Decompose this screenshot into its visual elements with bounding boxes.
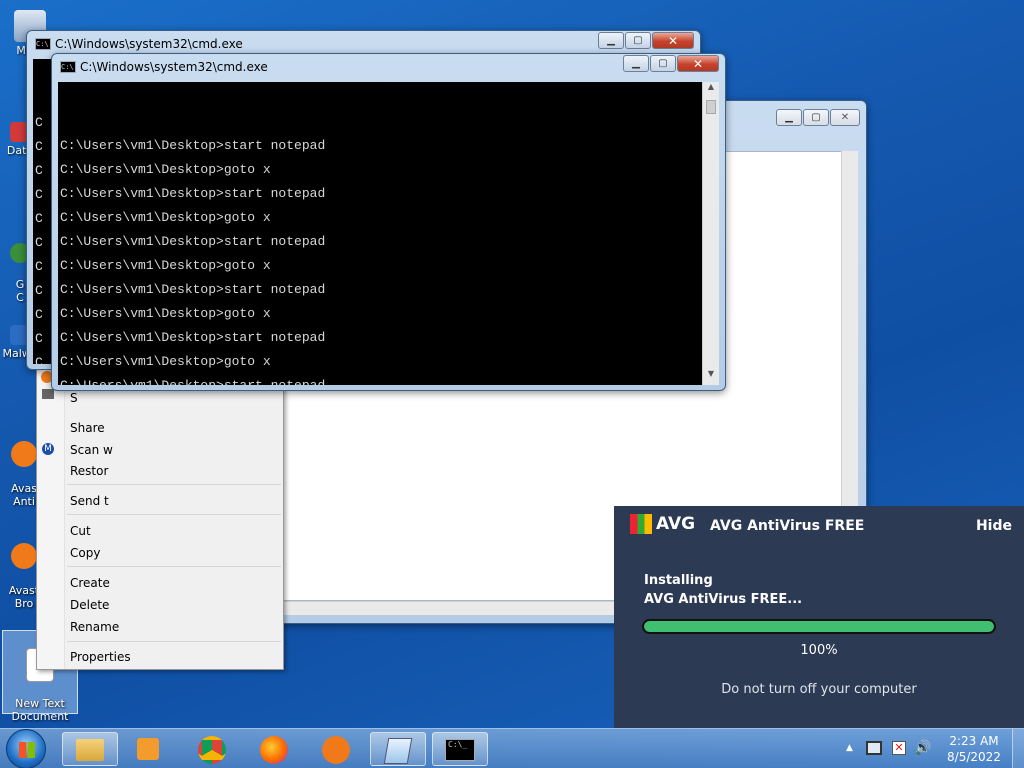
show-desktop-button[interactable] bbox=[1012, 729, 1024, 768]
context-menu-item-scan[interactable]: Scan w bbox=[70, 443, 113, 457]
console-line: C:\Users\vm1\Desktop>goto x bbox=[60, 258, 271, 273]
console-line: C:\Users\vm1\Desktop>goto x bbox=[60, 162, 271, 177]
avg-title: AVG AntiVirus FREE bbox=[710, 518, 865, 534]
windows-explorer-icon bbox=[76, 739, 104, 761]
scroll-up-arrow[interactable]: ▲ bbox=[703, 82, 719, 98]
context-menu-separator bbox=[67, 484, 281, 485]
window-controls: ▁ ▢ ✕ bbox=[622, 55, 719, 72]
avg-brand: AVG bbox=[656, 514, 696, 534]
notepad-icon bbox=[383, 738, 413, 764]
console-lines: C:\Users\vm1\Desktop>start notepad C:\Use… bbox=[60, 134, 700, 385]
context-menu-separator bbox=[67, 641, 281, 642]
window-title: C:\Windows\system32\cmd.exe bbox=[80, 60, 268, 74]
network-icon[interactable] bbox=[866, 741, 882, 755]
cmd-icon: C:\_ bbox=[445, 739, 475, 761]
minimize-button[interactable]: ▁ bbox=[598, 32, 624, 49]
context-menu-item-restore[interactable]: Restor bbox=[70, 464, 108, 478]
minimize-button[interactable]: ▁ bbox=[623, 55, 649, 72]
desktop-icon-label: Avast Bro bbox=[8, 584, 40, 610]
console-line: C:\Users\vm1\Desktop>start notepad bbox=[60, 374, 700, 385]
close-button[interactable]: ✕ bbox=[677, 55, 719, 72]
desktop-icon-label: New Text Document bbox=[11, 697, 69, 723]
volume-icon[interactable]: 🔊 bbox=[914, 740, 931, 756]
context-menu-item-delete[interactable]: Delete bbox=[70, 598, 109, 612]
console-line: C:\Users\vm1\Desktop>start notepad bbox=[60, 330, 326, 345]
context-menu-item-share[interactable]: Share bbox=[70, 421, 105, 435]
console-line: C:\Users\vm1\Desktop>start notepad bbox=[60, 234, 326, 249]
console-vertical-scrollbar[interactable]: ▲ ▼ bbox=[702, 82, 719, 385]
window-controls: ▁ ▢ ✕ bbox=[597, 32, 694, 49]
window-title: C:\Windows\system32\cmd.exe bbox=[55, 37, 243, 51]
start-button[interactable] bbox=[6, 729, 46, 768]
context-menu-item-copy[interactable]: Copy bbox=[70, 546, 100, 560]
desktop-icon-label: Avas Anti bbox=[11, 482, 37, 508]
taskbar-avast-browser[interactable] bbox=[308, 732, 364, 766]
printer-icon bbox=[42, 389, 54, 399]
power-warning: Do not turn off your computer bbox=[721, 682, 917, 697]
close-button[interactable]: ✕ bbox=[830, 109, 860, 126]
taskbar: C:\_ ▲ ✕ 🔊 2:23 AM 8/5/2022 bbox=[0, 728, 1024, 768]
console-line: C:\Users\vm1\Desktop>start notepad bbox=[60, 186, 326, 201]
avg-install-overlay: AVG AVG AntiVirus FREE Hide Installing A… bbox=[614, 506, 1024, 728]
desktop-icon-label: G C bbox=[15, 278, 25, 304]
taskbar-cmd[interactable]: C:\_ bbox=[432, 732, 488, 766]
firefox-icon bbox=[260, 736, 288, 764]
maximize-button[interactable]: ▢ bbox=[803, 109, 829, 126]
context-menu-item-create-shortcut[interactable]: Create bbox=[70, 576, 110, 590]
context-menu-item-properties[interactable]: Properties bbox=[70, 650, 131, 664]
taskbar-explorer[interactable] bbox=[62, 732, 118, 766]
taskbar-chrome[interactable] bbox=[184, 732, 240, 766]
avast-browser-icon bbox=[11, 543, 37, 569]
console-line: C:\Users\vm1\Desktop>goto x bbox=[60, 306, 271, 321]
context-menu-separator bbox=[67, 514, 281, 515]
minimize-button[interactable]: ▁ bbox=[776, 109, 802, 126]
install-progress-bar bbox=[642, 619, 996, 634]
context-menu-separator bbox=[67, 566, 281, 567]
scrollbar-thumb[interactable] bbox=[706, 100, 716, 114]
scroll-down-arrow[interactable]: ▼ bbox=[703, 369, 719, 385]
close-button[interactable]: ✕ bbox=[652, 32, 694, 49]
avg-logo-mark bbox=[630, 514, 652, 534]
avast-browser-icon bbox=[322, 736, 350, 764]
avg-logo: AVG bbox=[630, 514, 695, 534]
clock-date: 8/5/2022 bbox=[947, 750, 1001, 764]
maximize-button[interactable]: ▢ bbox=[625, 32, 651, 49]
console-output[interactable]: C:\Users\vm1\Desktop>start notepad C:\Use… bbox=[58, 82, 702, 385]
clock[interactable]: 2:23 AM 8/5/2022 bbox=[942, 733, 1006, 765]
file-context-menu[interactable]: M S Share Scan w Restor Send t Cut Copy … bbox=[36, 366, 284, 670]
install-status-line1: Installing bbox=[644, 573, 713, 588]
context-menu-item-rename[interactable]: Rename bbox=[70, 620, 119, 634]
cmd-window-front[interactable]: C:\ C:\Windows\system32\cmd.exe ▁ ▢ ✕ C:… bbox=[51, 53, 726, 391]
context-menu-icon-strip bbox=[37, 367, 65, 669]
context-menu-item-s[interactable]: S bbox=[70, 391, 78, 405]
install-status-line2: AVG AntiVirus FREE... bbox=[644, 592, 803, 607]
maximize-button[interactable]: ▢ bbox=[650, 55, 676, 72]
show-hidden-icons-button[interactable]: ▲ bbox=[846, 743, 853, 753]
action-center-icon[interactable]: ✕ bbox=[892, 741, 906, 755]
malwarebytes-icon: M bbox=[42, 443, 54, 455]
context-menu-item-send-to[interactable]: Send t bbox=[70, 494, 109, 508]
taskbar-firefox[interactable] bbox=[246, 732, 302, 766]
cmd-icon: C:\ bbox=[35, 38, 51, 50]
console-line: C:\Users\vm1\Desktop>goto x bbox=[60, 354, 271, 369]
context-menu-item-cut[interactable]: Cut bbox=[70, 524, 91, 538]
console-line: C:\Users\vm1\Desktop>start notepad bbox=[60, 282, 326, 297]
media-player-icon bbox=[137, 738, 159, 760]
avast-icon bbox=[11, 441, 37, 467]
windows-logo-icon bbox=[19, 742, 35, 758]
taskbar-notepad[interactable] bbox=[370, 732, 426, 766]
progress-percent: 100% bbox=[800, 643, 838, 658]
console-line: C:\Users\vm1\Desktop>start notepad bbox=[60, 138, 326, 153]
notepad-window-controls: ▁ ▢ ✕ bbox=[775, 109, 860, 126]
cmd-icon: C:\ bbox=[60, 61, 76, 73]
console-line: C:\Users\vm1\Desktop>goto x bbox=[60, 210, 271, 225]
clock-time: 2:23 AM bbox=[949, 734, 999, 748]
taskbar-media-player[interactable] bbox=[120, 732, 176, 766]
chrome-icon bbox=[198, 736, 226, 764]
hide-button[interactable]: Hide bbox=[976, 518, 1012, 534]
install-progress-fill bbox=[644, 621, 994, 632]
